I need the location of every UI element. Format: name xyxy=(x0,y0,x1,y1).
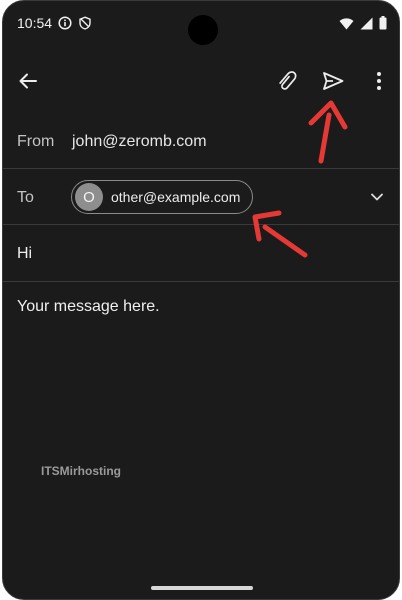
annotation-arrow-send xyxy=(308,100,348,164)
send-icon xyxy=(322,71,344,96)
more-vert-icon xyxy=(376,71,382,96)
recipient-chip[interactable]: O other@example.com xyxy=(71,180,254,214)
from-label: From xyxy=(17,133,55,150)
arrow-left-icon xyxy=(18,71,38,96)
annotation-arrow-recipient xyxy=(252,210,308,258)
paperclip-icon xyxy=(276,70,298,97)
wifi-icon xyxy=(339,17,354,35)
subject-field[interactable]: Hi xyxy=(17,245,32,263)
signal-icon xyxy=(360,17,373,35)
back-button[interactable] xyxy=(14,69,42,97)
shield-icon xyxy=(78,16,92,30)
message-body[interactable]: Your message here. xyxy=(17,298,160,316)
expand-recipients-button[interactable] xyxy=(367,187,387,207)
send-button[interactable] xyxy=(319,69,347,97)
watermark-text: ITSMirhosting xyxy=(41,464,121,478)
to-label: To xyxy=(17,189,34,206)
recipient-email: other@example.com xyxy=(111,189,241,205)
status-time: 10:54 xyxy=(17,15,53,31)
status-bar: 10:54 xyxy=(3,1,399,47)
home-indicator[interactable] xyxy=(151,586,253,590)
chevron-down-icon xyxy=(367,193,387,211)
phone-screen: 10:54 From john@zeromb.com To O other@ex… xyxy=(2,0,400,600)
front-camera xyxy=(188,15,218,45)
recipient-avatar: O xyxy=(75,183,103,211)
battery-icon xyxy=(379,16,387,35)
attach-button[interactable] xyxy=(273,69,301,97)
info-icon xyxy=(58,16,72,30)
subject-row[interactable]: Hi xyxy=(3,225,399,282)
more-options-button[interactable] xyxy=(365,69,393,97)
from-address[interactable]: john@zeromb.com xyxy=(72,133,207,151)
to-row: To O other@example.com xyxy=(3,169,399,225)
